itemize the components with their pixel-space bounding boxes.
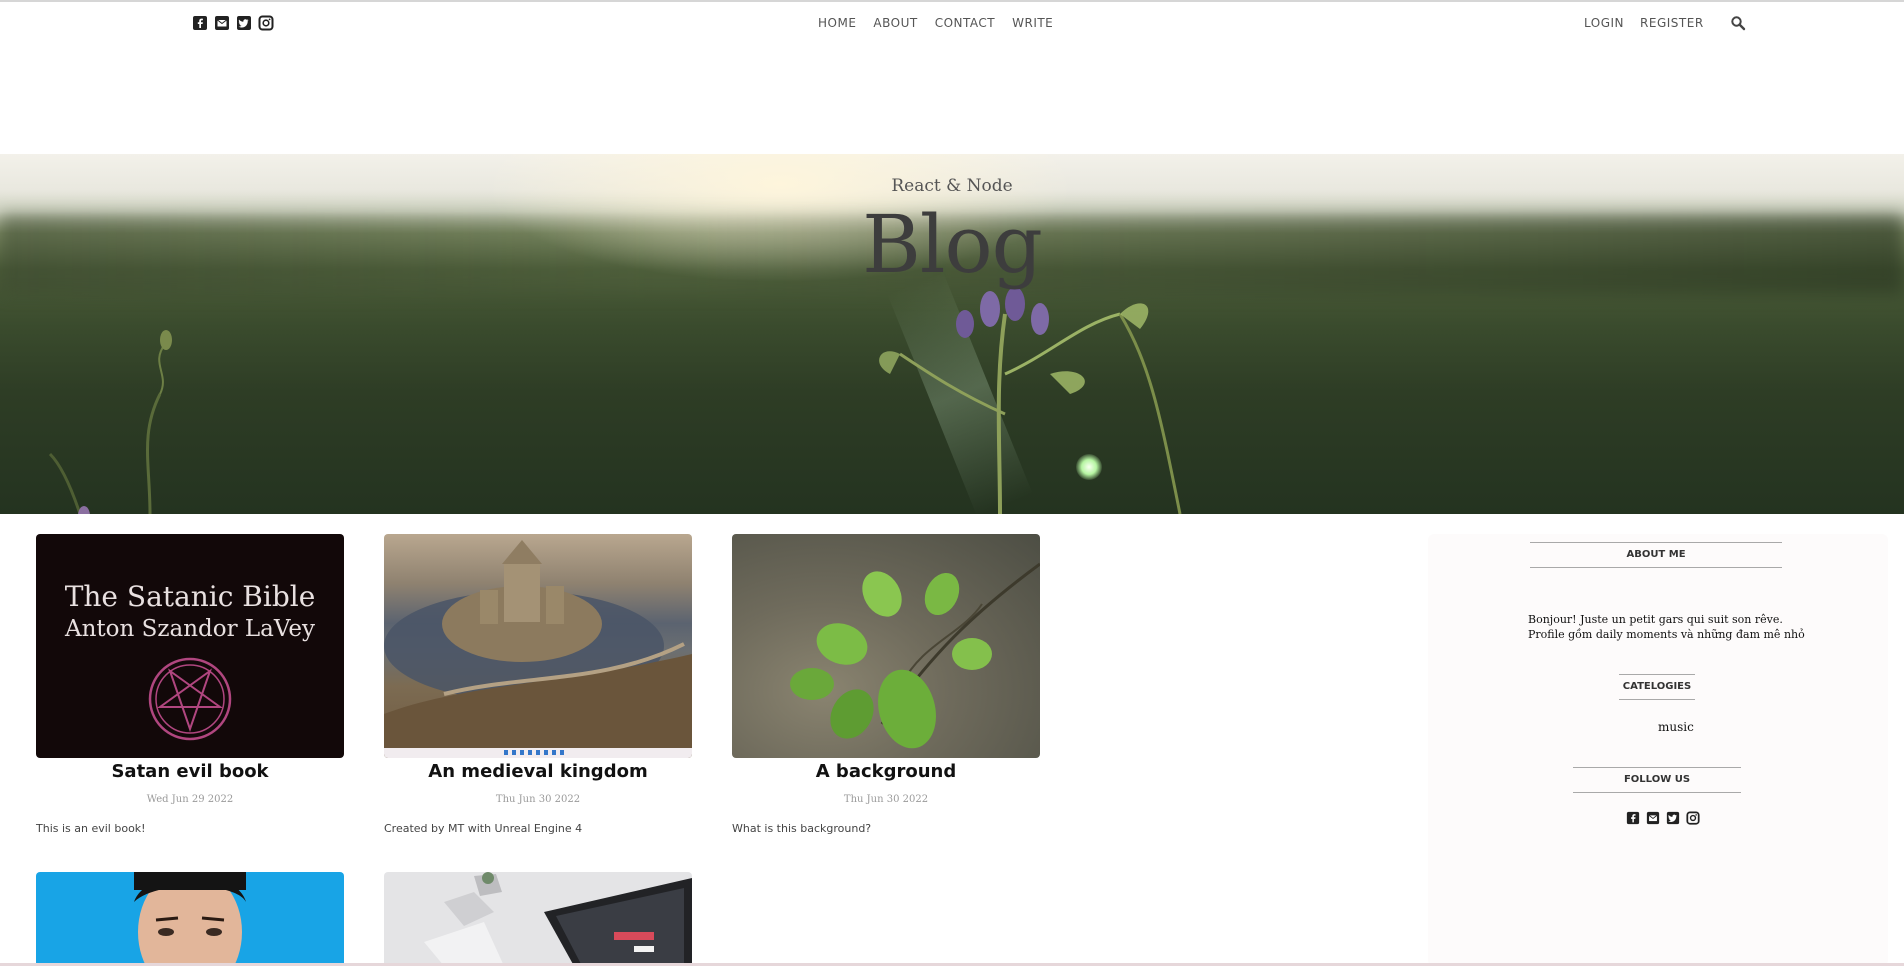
instagram-icon[interactable] xyxy=(258,15,274,31)
envelope-square-icon[interactable] xyxy=(1646,811,1660,825)
instagram-icon[interactable] xyxy=(1686,811,1700,825)
post-title[interactable]: An medieval kingdom xyxy=(384,760,692,784)
twitter-square-icon[interactable] xyxy=(1666,811,1680,825)
cover-title: The Satanic Bible xyxy=(65,580,316,613)
facebook-square-icon[interactable] xyxy=(1626,811,1640,825)
post-description: What is this background? xyxy=(732,822,872,835)
hero-subtitle: React & Node xyxy=(891,176,1013,196)
nav-write-link[interactable]: WRITE xyxy=(1012,16,1053,30)
post-card[interactable]: The Satanic Bible Anton Szandor LaVey Sa… xyxy=(36,534,344,835)
sidebar-social-links xyxy=(1626,811,1700,825)
register-link[interactable]: REGISTER xyxy=(1640,16,1704,30)
categories-heading: CATELOGIES xyxy=(1619,674,1695,700)
portrait-photo xyxy=(134,872,246,966)
post-card[interactable] xyxy=(36,872,344,966)
post-description: This is an evil book! xyxy=(36,822,146,835)
facebook-square-icon[interactable] xyxy=(192,15,208,31)
follow-us-heading: FOLLOW US xyxy=(1573,767,1741,793)
nav-about-link[interactable]: ABOUT xyxy=(873,16,917,30)
medieval-kingdom-render xyxy=(384,540,692,758)
post-date: Thu Jun 30 2022 xyxy=(843,794,929,805)
hero-title: Blog xyxy=(862,198,1043,291)
post-title[interactable]: Satan evil book xyxy=(36,760,344,784)
nav-home-link[interactable]: HOME xyxy=(818,16,856,30)
laptop-desk-photo xyxy=(424,872,692,966)
post-image[interactable] xyxy=(36,872,344,966)
top-social-links xyxy=(192,15,274,31)
post-title[interactable]: A background xyxy=(732,760,1040,784)
hero-lens-flare xyxy=(1076,454,1102,480)
post-card[interactable]: An medieval kingdom Thu Jun 30 2022 Crea… xyxy=(384,534,692,835)
satanic-bible-cover: The Satanic Bible Anton Szandor LaVey xyxy=(64,580,316,741)
post-date: Thu Jun 30 2022 xyxy=(495,794,581,805)
post-image[interactable] xyxy=(384,534,692,758)
post-card[interactable]: A background Thu Jun 30 2022 What is thi… xyxy=(732,534,1040,835)
about-me-heading: ABOUT ME xyxy=(1530,542,1782,568)
envelope-square-icon[interactable] xyxy=(214,15,230,31)
about-me-text: Bonjour! Juste un petit gars qui suit so… xyxy=(1528,612,1828,642)
category-item-music[interactable]: music xyxy=(1658,720,1694,734)
post-image[interactable] xyxy=(732,534,1040,758)
post-card[interactable] xyxy=(384,872,692,966)
twitter-square-icon[interactable] xyxy=(236,15,252,31)
about-me-line-1: Bonjour! Juste un petit gars qui suit so… xyxy=(1528,613,1783,626)
sidebar: ABOUT ME Bonjour! Juste un petit gars qu… xyxy=(1428,534,1888,966)
post-date: Wed Jun 29 2022 xyxy=(146,794,234,805)
about-me-line-2: Profile gồm daily moments và những đam m… xyxy=(1528,628,1805,641)
search-icon[interactable] xyxy=(1730,15,1746,31)
post-image[interactable]: The Satanic Bible Anton Szandor LaVey xyxy=(36,534,344,758)
login-link[interactable]: LOGIN xyxy=(1584,16,1624,30)
hero-banner: React & Node Blog xyxy=(0,154,1904,514)
hero-plant-left xyxy=(48,330,172,514)
auth-links: LOGIN REGISTER xyxy=(1584,16,1704,30)
leaves-photo xyxy=(790,562,1040,749)
post-image[interactable] xyxy=(384,872,692,966)
cover-author: Anton Szandor LaVey xyxy=(64,616,315,642)
post-description: Created by MT with Unreal Engine 4 xyxy=(384,822,583,835)
main-nav: HOME ABOUT CONTACT WRITE xyxy=(818,16,1053,30)
nav-contact-link[interactable]: CONTACT xyxy=(935,16,995,30)
top-bar: HOME ABOUT CONTACT WRITE LOGIN REGISTER xyxy=(0,0,1904,44)
